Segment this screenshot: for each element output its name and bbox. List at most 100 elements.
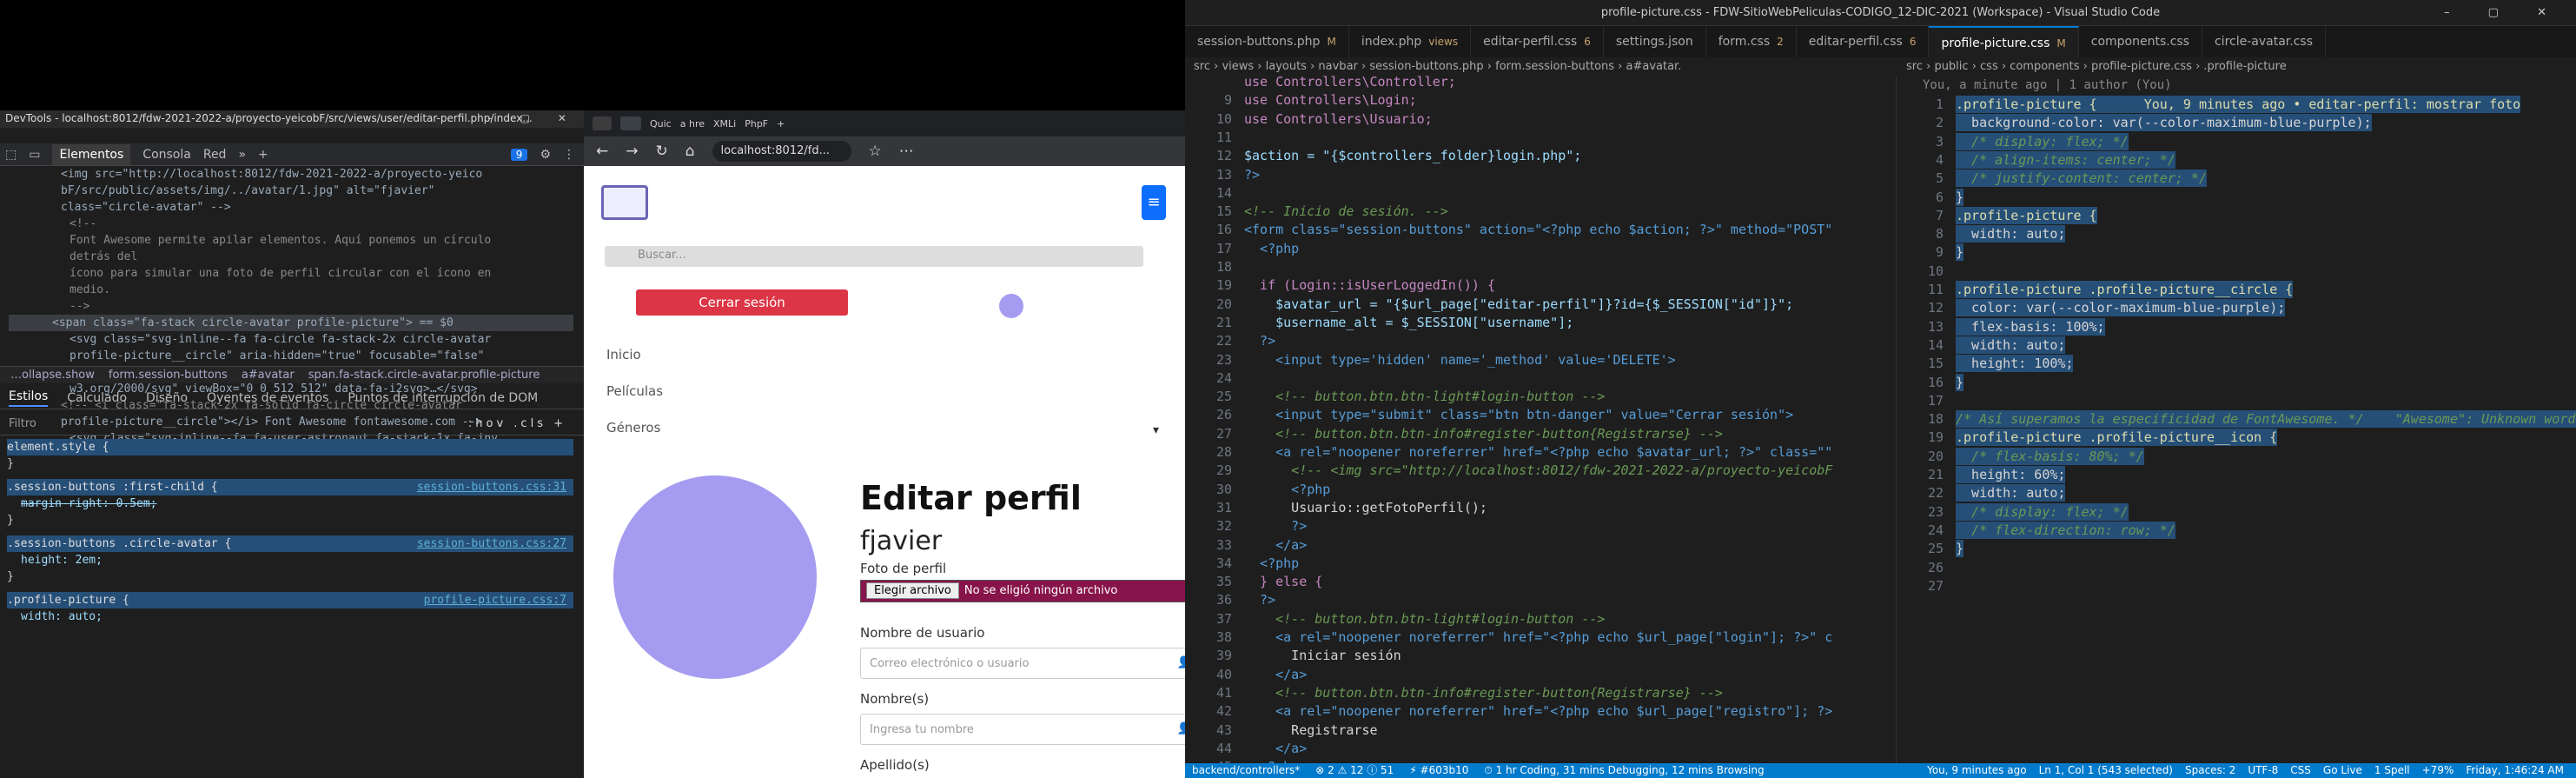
status-item[interactable]: UTF-8 (2248, 763, 2278, 778)
filter-input[interactable]: Filtro (9, 417, 36, 430)
rule-property[interactable]: width: auto; (7, 608, 573, 625)
add-tab-icon[interactable]: + (258, 148, 268, 162)
tab-icon[interactable] (593, 116, 612, 130)
dom-node[interactable]: <span class="fa-stack circle-avatar prof… (9, 315, 573, 331)
code-line[interactable]: <!-- button.btn.btn-info#register-button… (1244, 684, 1723, 702)
status-item[interactable]: Spaces: 2 (2185, 763, 2235, 778)
code-line[interactable]: <a rel="noopener noreferrer" href="<?php… (1244, 628, 1832, 646)
dom-node[interactable]: ícono para simular una foto de perfil ci… (9, 265, 573, 282)
code-line[interactable]: </a> (1244, 666, 1307, 683)
code-line[interactable]: color: var(--color-maximum-blue-purple); (1956, 299, 2286, 317)
dom-node[interactable]: detrás del (9, 249, 573, 265)
nav-generos[interactable]: Géneros (606, 420, 660, 436)
code-line[interactable]: Iniciar sesión (1244, 647, 1401, 664)
dom-tree[interactable]: <img src="http://localhost:8012/fdw-2021… (0, 166, 573, 445)
breadcrumb-item[interactable]: a#avatar (242, 369, 295, 382)
code-line[interactable]: <a rel="noopener noreferrer" href="<?php… (1244, 443, 1832, 461)
reload-icon[interactable]: ↻ (656, 143, 668, 160)
code-line[interactable]: width: auto; (1956, 225, 2066, 243)
editor-tab[interactable]: editar-perfil.css 6 (1471, 26, 1604, 57)
dom-node[interactable]: Font Awesome permite apilar elementos. A… (9, 232, 573, 249)
settings-icon[interactable]: ⚙ (540, 148, 551, 162)
rule-property[interactable]: height: 2em; (7, 552, 573, 569)
code-line[interactable]: } (1956, 243, 1964, 262)
filter-tools[interactable]: :hov .cls + (468, 417, 566, 430)
nav-inicio[interactable]: Inicio (606, 347, 641, 362)
code-line[interactable]: .profile-picture { You, 9 minutes ago • … (1956, 96, 2521, 113)
editor-php[interactable]: use Controllers\Controller; 9 use Controll… (1185, 74, 1896, 778)
status-item[interactable]: Friday, 1:46:24 AM (2466, 763, 2564, 778)
code-line[interactable]: /* display: flex; */ (1956, 132, 2129, 150)
site-logo[interactable] (601, 185, 648, 220)
status-item[interactable]: backend/controllers* (1192, 763, 1300, 778)
css-rule[interactable]: .profile-picture {profile-picture.css:7 w… (7, 592, 573, 625)
code-line[interactable]: $avatar_url = "{$url_page["editar-perfil… (1244, 296, 1793, 313)
active-tab[interactable] (620, 116, 641, 130)
address-bar[interactable]: localhost:8012/fd... (712, 141, 851, 162)
rule-property[interactable]: } (7, 455, 573, 472)
code-line[interactable]: } (1956, 373, 1964, 391)
codelens-blame[interactable]: You, a minute ago | 1 author (You) (1923, 76, 2172, 94)
dom-node[interactable]: class="circle-avatar" --> (9, 199, 573, 216)
code-line[interactable]: height: 100%; (1956, 355, 2074, 373)
tab-elementos[interactable]: Elementos (52, 143, 131, 165)
dom-node[interactable]: bF/src/public/assets/img/../avatar/1.jpg… (9, 183, 573, 199)
code-line[interactable]: flex-basis: 100%; (1956, 317, 2105, 336)
new-tab-icon[interactable]: + (777, 118, 785, 130)
code-line[interactable]: $action = "{$controllers_folder}login.ph… (1244, 147, 1581, 164)
name-field[interactable]: Ingresa tu nombre 👤 (860, 714, 1185, 745)
editor-css[interactable]: You, a minute ago | 1 author (You) 1 .pro… (1896, 76, 2576, 763)
code-line[interactable]: </a> (1244, 740, 1307, 757)
code-line[interactable]: Usuario::getFotoPerfil(); (1244, 499, 1487, 516)
code-line[interactable]: Registrarse (1244, 721, 1377, 739)
code-line[interactable]: .profile-picture { (1956, 206, 2097, 224)
tab-label[interactable]: a hre (680, 118, 705, 130)
code-line[interactable]: <input type="submit" class="btn btn-dang… (1244, 406, 1793, 423)
breadcrumb-item[interactable]: form.session-buttons (109, 369, 228, 382)
tab-red[interactable]: Red (203, 148, 227, 162)
breadcrumb[interactable]: src › public › css › components › profil… (1906, 57, 2566, 76)
rule-source-link[interactable]: profile-picture.css:7 (424, 592, 566, 608)
dom-node[interactable]: profile-picture__circle" aria-hidden="tr… (9, 348, 573, 364)
code-line[interactable]: <input type='hidden' name='_method' valu… (1244, 351, 1676, 369)
window-controls[interactable]: – ▢ ✕ (2444, 0, 2564, 26)
dom-node[interactable]: <svg class="svg-inline--fa fa-circle fa-… (9, 331, 573, 348)
username-field[interactable]: Correo electrónico o usuario 👤 (860, 648, 1185, 679)
status-item[interactable]: ⊗ 2 ⚠ 12 ⓘ 51 (1315, 763, 1394, 778)
status-item[interactable]: Go Live (2323, 763, 2362, 778)
rule-property[interactable]: } (7, 512, 573, 529)
rule-property[interactable]: margin-right: 0.5em; (7, 495, 573, 512)
css-rule[interactable]: .session-buttons .circle-avatar {session… (7, 535, 573, 585)
code-line[interactable]: <?php (1244, 481, 1330, 498)
more-icon[interactable]: ⋯ (899, 143, 914, 160)
code-line[interactable]: <!-- button.btn.btn-info#register-button… (1244, 425, 1723, 442)
inspect-icon[interactable]: ⬚ (5, 148, 17, 162)
window-controls[interactable]: – ▢ ✕ (487, 112, 579, 124)
status-item[interactable]: Ln 1, Col 1 (543 selected) (2039, 763, 2173, 778)
editor-tab[interactable]: form.css 2 (1706, 26, 1797, 57)
editor-tab[interactable]: circle-avatar.css (2202, 26, 2326, 57)
more-tabs-icon[interactable]: » (238, 148, 246, 162)
code-line[interactable]: /* flex-basis: 80%; */ (1956, 447, 2144, 465)
status-item[interactable]: CSS (2290, 763, 2311, 778)
dom-node[interactable]: medio. (9, 282, 573, 298)
code-line[interactable]: .profile-picture .profile-picture__circl… (1956, 281, 2294, 298)
search-input[interactable]: Buscar... (605, 246, 1143, 267)
dom-node[interactable]: <!-- (9, 216, 573, 232)
code-line[interactable]: use Controllers\Login; (1244, 91, 1417, 109)
editor-tab[interactable]: editar-perfil.css 6 (1797, 26, 1930, 57)
code-line[interactable]: } (1956, 188, 1964, 206)
code-line[interactable]: } else { (1244, 573, 1322, 590)
editor-tab[interactable]: components.css (2079, 26, 2202, 57)
code-line[interactable]: <?php (1244, 555, 1299, 572)
editor-tab[interactable]: session-buttons.php M (1185, 26, 1349, 57)
device-icon[interactable]: ▭ (29, 148, 40, 162)
dom-node[interactable]: --> (9, 298, 573, 315)
code-line[interactable]: /* display: flex; */ (1956, 502, 2129, 521)
code-line[interactable]: if (Login::isUserLoggedIn()) { (1244, 276, 1495, 294)
styles-filter[interactable]: Filtro :hov .cls + (0, 413, 584, 436)
tab-calculado[interactable]: Calculado (67, 391, 127, 405)
code-line[interactable]: ?> (1244, 517, 1307, 535)
tab-oyentes[interactable]: Oyentes de eventos (207, 391, 328, 405)
tab-label[interactable]: XMLi (713, 118, 736, 130)
